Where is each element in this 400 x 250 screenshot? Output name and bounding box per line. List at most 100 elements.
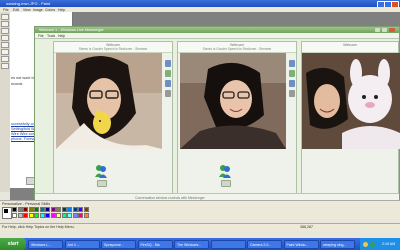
paint-titlebar[interactable]: wwwing.msn.JPG - Paint [0,0,400,8]
webcam-video-1 [56,53,162,149]
settings-icon[interactable] [165,90,171,97]
microphone-icon[interactable] [165,70,171,77]
taskbar-button[interactable]: Sprayonne... [101,239,136,249]
taskbar-button[interactable]: Windows L... [28,239,63,249]
webcam-panel-header: Webcam Stereo is Gooder Speech is Reckon… [54,42,172,53]
msn-buddy-icon [95,165,107,178]
start-button[interactable]: start [0,238,26,250]
minimize-icon[interactable] [375,27,380,32]
eraser-tool-icon[interactable] [1,21,9,27]
taskbar-button[interactable]: Paint Windo... [283,239,319,249]
taskbar-button[interactable]: Camera 2.0... [247,239,282,249]
paint-window-title: wwwing.msn.JPG - Paint [6,1,51,6]
palette-swatch[interactable] [12,212,17,218]
menu-help[interactable]: Help [58,8,65,12]
webcam-video-image [56,53,162,149]
menu-file[interactable]: File [3,8,9,12]
menu-view[interactable]: View [23,8,31,12]
webcam-panel-header: Webcam Stereo is Gooder Speech is Reckon… [178,42,296,53]
taskbar-button[interactable]: Ant 4 ... [64,239,100,249]
webcam-video-image [302,53,400,149]
webcam-panel-3: Webcam [301,41,400,197]
palette-swatch[interactable] [28,207,34,212]
speaker-icon[interactable] [165,60,171,67]
palette-swatch[interactable] [34,212,39,218]
select-tool-icon[interactable] [1,14,9,20]
canvas-text-line: ecords [11,82,23,86]
microphone-icon[interactable] [289,70,295,77]
palette-swatch[interactable] [50,207,56,212]
palette-swatch[interactable] [67,212,72,218]
palette-swatch[interactable] [23,212,28,218]
webcam-panel-2: Webcam Stereo is Gooder Speech is Reckon… [177,41,297,197]
webcam-video-3 [302,53,400,149]
palette-swatch[interactable] [61,212,67,218]
palette-swatch[interactable] [72,207,78,212]
fill-tool-icon[interactable] [1,28,9,34]
palette-swatch[interactable] [56,207,61,212]
taskbar-button[interactable]: The Windows... [174,239,209,249]
camera-icon[interactable] [289,80,295,87]
taskbar-button[interactable] [210,239,246,249]
close-icon[interactable] [389,27,395,32]
palette-swatch[interactable] [61,207,67,212]
line-tool-icon[interactable] [1,56,9,62]
webcam-side-controls [288,60,296,140]
webcam-panel-subtitle: Stereo is Gooder Speech is Reckoner - St… [78,47,148,51]
palette-swatch[interactable] [83,207,89,212]
webcam-video-image [180,53,286,149]
text-tool-icon[interactable] [1,49,9,55]
menu-colors[interactable]: Colors [45,8,55,12]
menu-image[interactable]: Image [33,8,43,12]
palette-swatch[interactable] [78,212,83,218]
palette-swatch[interactable] [17,212,23,218]
palette-swatch[interactable] [83,212,89,218]
palette-swatch[interactable] [56,212,61,218]
brush-tool-icon[interactable] [1,42,9,48]
status-help-text: For Help, click Help Topics on the Help … [2,225,75,229]
color-palette [12,207,92,218]
palette-swatch[interactable] [45,212,50,218]
chevron-down-icon[interactable] [221,180,231,187]
chevron-down-icon[interactable] [97,180,107,187]
palette-swatch[interactable] [17,207,23,212]
system-tray: 2:19 AM [360,238,400,250]
palette-swatch[interactable] [45,207,50,212]
taskbar-button[interactable]: FireSQ - Ma [137,239,173,249]
messenger-menu-tools[interactable]: Tools [47,34,55,38]
webcam-panel-title: Webcam [230,42,244,47]
settings-icon[interactable] [289,90,295,97]
palette-swatch[interactable] [39,207,45,212]
taskbar-button[interactable]: weeping sing... [320,239,355,249]
status-coordinates: 386,287 [300,225,313,229]
messenger-menu-help[interactable]: Help [58,34,65,38]
maximize-icon[interactable] [382,27,387,32]
palette-swatch[interactable] [50,212,56,218]
menu-edit[interactable]: Edit [13,8,19,12]
webcam-panel-header: Webcam [302,42,398,53]
palette-swatch[interactable] [28,212,34,218]
speaker-icon[interactable] [289,60,295,67]
camera-icon[interactable] [165,80,171,87]
palette-swatch[interactable] [23,207,28,212]
paint-statusbar: For Help, click Help Topics on the Help … [0,223,400,231]
palette-swatch[interactable] [39,212,45,218]
messenger-tray-icon[interactable] [370,241,375,247]
messenger-menu-file[interactable]: File [38,34,44,38]
palette-swatch[interactable] [67,207,72,212]
taskbar-buttons: Windows L... Ant 4 ... Sprayonne... FireSQ … [28,238,358,250]
rectangle-tool-icon[interactable] [1,63,9,69]
network-icon[interactable] [363,241,368,247]
color-palette-bar: Personalize - Personal Skills [0,200,400,219]
palette-swatch[interactable] [78,207,83,212]
webcam-side-controls [164,60,172,140]
webcam-video-2 [180,53,286,149]
palette-swatch[interactable] [12,207,17,212]
palette-swatch[interactable] [34,207,39,212]
webcam-panel-subtitle: Stereo is Gooder Speech is Reckoner - St… [202,47,272,51]
taskbar-clock: 2:19 AM [382,242,396,246]
current-color-indicator [2,207,12,219]
palette-swatch[interactable] [72,212,78,218]
msn-buddy-icon [219,165,231,178]
pencil-tool-icon[interactable] [1,35,9,41]
